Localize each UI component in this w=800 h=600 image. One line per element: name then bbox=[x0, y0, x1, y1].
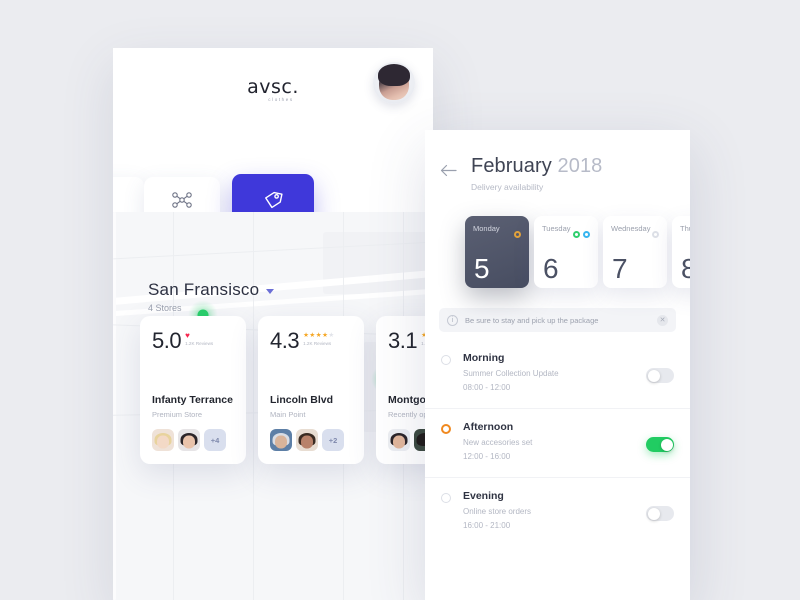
day-dots bbox=[573, 231, 590, 238]
store-rating: 4.3 bbox=[270, 328, 300, 353]
chevron-down-icon[interactable] bbox=[266, 289, 275, 294]
panel-subtitle: Delivery availability bbox=[471, 182, 544, 192]
day-dots bbox=[652, 231, 659, 238]
day-number: 5 bbox=[474, 253, 490, 284]
store-rating: 3.1 bbox=[388, 328, 418, 353]
avatar[interactable] bbox=[388, 429, 410, 451]
store-card-list: 5.0 ♥ 1.2K Reviews Infanty Terrance Prem… bbox=[140, 316, 433, 464]
logo-subtext: clothes bbox=[268, 97, 294, 102]
store-card[interactable]: 5.0 ♥ 1.2K Reviews Infanty Terrance Prem… bbox=[140, 316, 246, 464]
panel-header: February 2018 Delivery availability bbox=[425, 130, 690, 192]
day-strip: Monday 5 Tuesday 6 Wednesday 7 Th 8 bbox=[425, 216, 690, 290]
day-name: Thursday bbox=[680, 224, 690, 233]
store-rating: 5.0 bbox=[152, 328, 182, 353]
schedule-toggle[interactable] bbox=[646, 437, 674, 452]
app-logo: avsc. clothes bbox=[247, 76, 299, 102]
day-number: 7 bbox=[612, 253, 628, 284]
tag-icon bbox=[261, 188, 285, 212]
store-avatar-group: +2 bbox=[270, 429, 344, 451]
nav-tabs: n Traffic bbox=[113, 130, 433, 240]
info-icon: i bbox=[447, 314, 458, 326]
schedule-toggle[interactable] bbox=[646, 368, 674, 383]
store-avatar-group: +4 bbox=[152, 429, 226, 451]
day-card-monday[interactable]: Monday 5 bbox=[465, 216, 529, 288]
schedule-time: 08:00 - 12:00 bbox=[463, 383, 511, 392]
avatar[interactable] bbox=[270, 429, 292, 451]
stars-icon: ★★★★★ bbox=[303, 332, 335, 339]
avatar[interactable] bbox=[178, 429, 200, 451]
store-name: Infanty Terrance bbox=[152, 394, 233, 406]
schedule-toggle[interactable] bbox=[646, 506, 674, 521]
page-title: February 2018 bbox=[471, 155, 690, 178]
schedule-list: Morning Summer Collection Update 08:00 -… bbox=[425, 340, 690, 547]
day-card-tuesday[interactable]: Tuesday 6 bbox=[534, 216, 598, 288]
schedule-desc: New accesories set bbox=[463, 438, 533, 447]
city-selector[interactable]: San Fransisco 4 Stores bbox=[148, 280, 275, 313]
rating-row: 5.0 ♥ 1.2K Reviews bbox=[152, 330, 234, 352]
store-name: Lincoln Blvd bbox=[270, 394, 333, 406]
store-reviews: 1.2K Reviews bbox=[185, 341, 214, 346]
delivery-availability-panel: February 2018 Delivery availability Mond… bbox=[425, 130, 690, 600]
schedule-row-evening[interactable]: Evening Online store orders 16:00 - 21:0… bbox=[425, 478, 690, 547]
status-dot-empty bbox=[652, 231, 659, 238]
store-count: 4 Stores bbox=[148, 303, 182, 313]
radio-icon[interactable] bbox=[441, 493, 451, 503]
status-dot-blue bbox=[583, 231, 590, 238]
rating-meta: ★★★★★ 1.2K Reviews bbox=[303, 330, 335, 346]
radio-icon[interactable] bbox=[441, 355, 451, 365]
schedule-row-morning[interactable]: Morning Summer Collection Update 08:00 -… bbox=[425, 340, 690, 409]
city-name: San Fransisco bbox=[148, 280, 260, 299]
app-header: avsc. clothes bbox=[113, 48, 433, 130]
rating-meta: ♥ 1.2K Reviews bbox=[185, 330, 214, 347]
avatar-more-count[interactable]: +2 bbox=[322, 429, 344, 451]
heart-icon: ♥ bbox=[185, 331, 190, 340]
store-reviews: 1.2K Reviews bbox=[303, 341, 332, 346]
schedule-title: Morning bbox=[463, 352, 505, 364]
day-dots bbox=[514, 231, 521, 238]
schedule-title: Afternoon bbox=[463, 421, 514, 433]
avatar[interactable] bbox=[152, 429, 174, 451]
avatar[interactable] bbox=[296, 429, 318, 451]
rating-row: 4.3 ★★★★★ 1.2K Reviews bbox=[270, 330, 352, 352]
schedule-time: 16:00 - 21:00 bbox=[463, 521, 511, 530]
schedule-desc: Online store orders bbox=[463, 507, 532, 516]
main-app-panel: avsc. clothes n bbox=[113, 48, 433, 600]
status-dot-green bbox=[573, 231, 580, 238]
avatar-hair bbox=[378, 63, 410, 86]
panel-year: 2018 bbox=[557, 155, 603, 177]
arrow-left-icon[interactable] bbox=[440, 162, 457, 179]
close-icon[interactable]: ✕ bbox=[657, 314, 668, 326]
avatar[interactable] bbox=[373, 62, 415, 104]
radio-icon-selected[interactable] bbox=[441, 424, 451, 434]
notice-banner: i Be sure to stay and pick up the packag… bbox=[439, 308, 676, 332]
city-name-row: San Fransisco bbox=[148, 280, 275, 300]
day-card-wednesday[interactable]: Wednesday 7 bbox=[603, 216, 667, 288]
status-dot-orange bbox=[514, 231, 521, 238]
schedule-time: 12:00 - 16:00 bbox=[463, 452, 511, 461]
store-type: Main Point bbox=[270, 410, 306, 419]
day-number: 8 bbox=[681, 253, 690, 284]
store-card[interactable]: 4.3 ★★★★★ 1.2K Reviews Lincoln Blvd Main… bbox=[258, 316, 364, 464]
day-card-thursday[interactable]: Thursday 8 bbox=[672, 216, 690, 288]
avatar-more-count[interactable]: +4 bbox=[204, 429, 226, 451]
logo-text: avsc. bbox=[247, 76, 299, 98]
schedule-desc: Summer Collection Update bbox=[463, 369, 559, 378]
schedule-title: Evening bbox=[463, 490, 504, 502]
day-number: 6 bbox=[543, 253, 559, 284]
traffic-network-icon bbox=[171, 188, 193, 212]
store-type: Premium Store bbox=[152, 410, 203, 419]
screenshot-root: avsc. clothes n bbox=[0, 0, 800, 600]
notice-text: Be sure to stay and pick up the package bbox=[465, 315, 599, 325]
panel-month: February bbox=[471, 155, 552, 177]
schedule-row-afternoon[interactable]: Afternoon New accesories set 12:00 - 16:… bbox=[425, 409, 690, 478]
